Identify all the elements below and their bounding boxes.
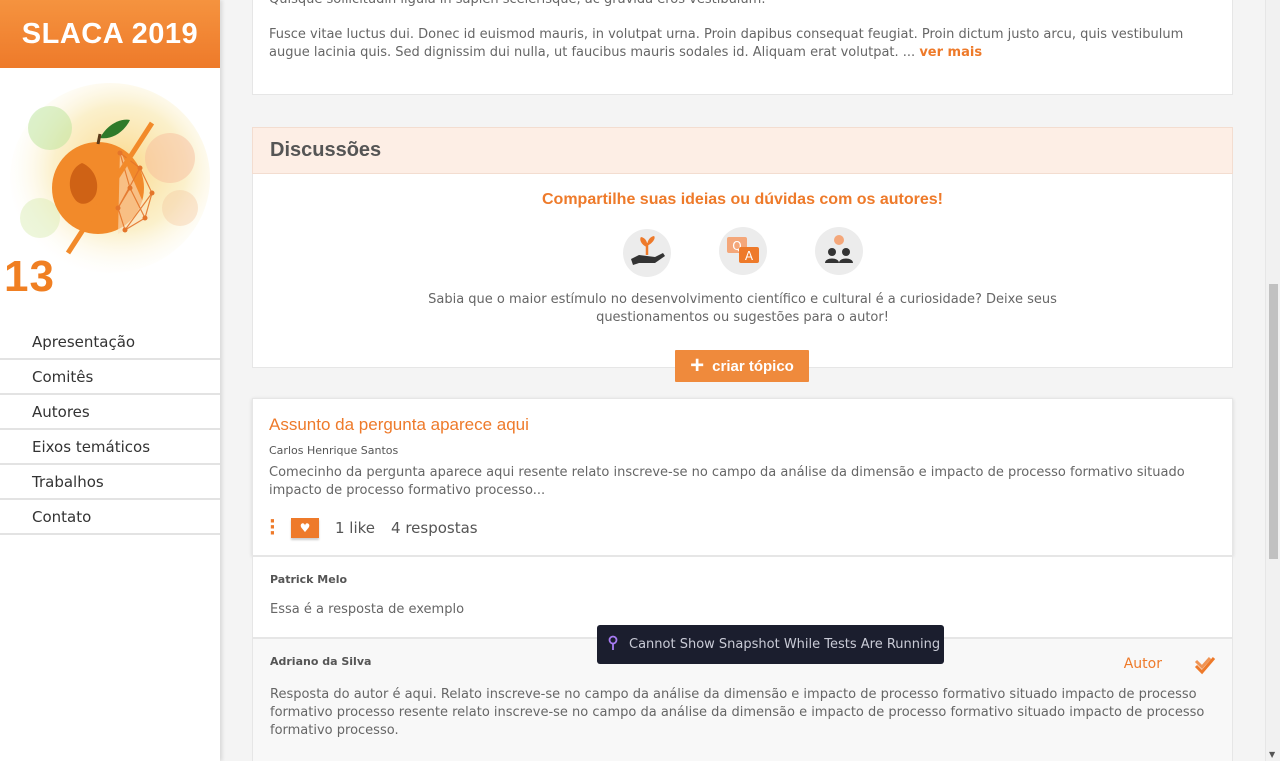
summary-line: Quisque sollicitudin ligula in sapien sc… [269, 0, 1216, 9]
topic-author: Carlos Henrique Santos [269, 444, 399, 457]
sidebar: SLACA 2019 13 Apresentação Comitês Autor… [0, 0, 220, 761]
discussions-section: Discussões Compartilhe suas ideias ou dú… [252, 127, 1233, 368]
topic-text: Comecinho da pergunta aparece aqui resen… [269, 465, 1185, 498]
snapshot-tooltip: Cannot Show Snapshot While Tests Are Run… [597, 625, 944, 664]
topic-actions: · · · ♥ 1 like 4 respostas [269, 513, 1216, 543]
hand-plant-icon [619, 225, 675, 279]
sidebar-nav: Apresentação Comitês Autores Eixos temát… [0, 325, 220, 535]
create-topic-button[interactable]: + criar tópico [675, 350, 809, 382]
nav-item-contato[interactable]: Contato [0, 500, 220, 535]
like-count: 1 like [335, 519, 376, 537]
plus-icon: + [690, 352, 705, 379]
people-icon [811, 225, 867, 279]
topic-card: Assunto da pergunta aparece aqui Carlos … [252, 398, 1233, 556]
paper-summary: Quisque sollicitudin ligula in sapien sc… [252, 0, 1233, 95]
nav-item-comites[interactable]: Comitês [0, 360, 220, 395]
create-topic-label: criar tópico [712, 357, 794, 375]
scrollbar-thumb[interactable] [1269, 284, 1278, 559]
pin-icon [607, 635, 619, 655]
summary-paragraph: Fusce vitae luctus dui. Donec id euismod… [269, 26, 1216, 62]
share-heading: Compartilhe suas ideias ou dúvidas com o… [542, 191, 943, 208]
nav-item-autores[interactable]: Autores [0, 395, 220, 430]
nav-item-eixos-tematicos[interactable]: Eixos temáticos [0, 430, 220, 465]
discussions-intro: Compartilhe suas ideias ou dúvidas com o… [252, 174, 1233, 368]
question-answer-icon: Q A [715, 225, 771, 279]
double-check-icon [1194, 655, 1216, 679]
reply-text: Essa é a resposta de exemplo [270, 602, 465, 617]
logo-wordmark: 13 SLACA [4, 252, 160, 308]
reply-text: Resposta do autor é aqui. Relato inscrev… [270, 687, 1205, 738]
author-badge: Autor [1123, 656, 1162, 672]
discussions-title: Discussões [252, 127, 1233, 174]
scroll-down-arrow-icon[interactable]: ▼ [1269, 750, 1275, 759]
event-logo[interactable]: 13 SLACA [0, 68, 220, 308]
more-options-icon[interactable]: · · · [269, 513, 291, 543]
summary-text: Fusce vitae luctus dui. Donec id euismod… [269, 27, 1184, 60]
like-button[interactable]: ♥ [291, 518, 319, 538]
reply-author: Patrick Melo [270, 573, 348, 586]
svg-text:A: A [744, 249, 753, 263]
nav-item-apresentacao[interactable]: Apresentação [0, 325, 220, 360]
replies-count[interactable]: 4 respostas [391, 519, 478, 537]
tooltip-text: Cannot Show Snapshot While Tests Are Run… [629, 637, 941, 652]
brand-title[interactable]: SLACA 2019 [0, 0, 220, 68]
discussions-description: Sabia que o maior estímulo no desenvolvi… [428, 292, 1057, 325]
heart-icon: ♥ [299, 521, 311, 535]
read-more-link[interactable]: ver mais [919, 45, 982, 60]
nav-item-trabalhos[interactable]: Trabalhos [0, 465, 220, 500]
feature-icons: Q A [253, 225, 1232, 279]
topic-title[interactable]: Assunto da pergunta aparece aqui [269, 415, 1216, 435]
page-scrollbar[interactable]: ▼ [1265, 0, 1280, 761]
